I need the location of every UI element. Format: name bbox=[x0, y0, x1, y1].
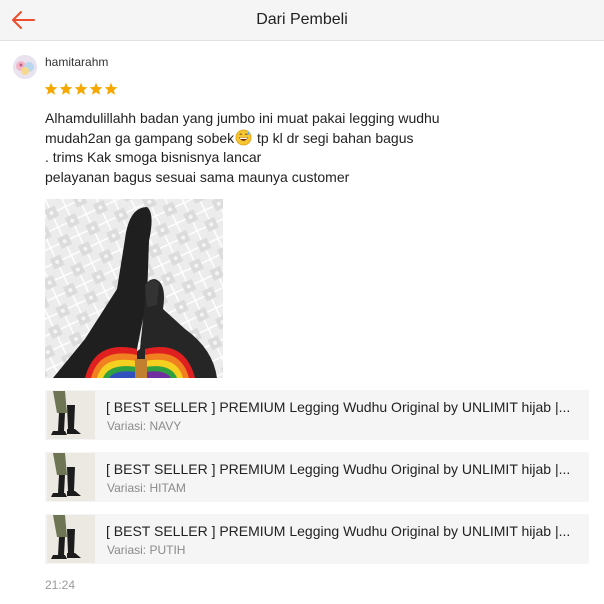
star-icon bbox=[89, 82, 103, 95]
top-bar: Dari Pembeli bbox=[0, 0, 604, 41]
product-thumbnail bbox=[47, 515, 95, 563]
product-thumbnail bbox=[47, 391, 95, 439]
avatar[interactable] bbox=[13, 55, 37, 79]
review-line: Alhamdulillahh badan yang jumbo ini muat… bbox=[45, 110, 440, 126]
review-segment: tp kl dr segi bahan bagus bbox=[253, 129, 414, 146]
star-icon bbox=[74, 82, 88, 95]
star-rating bbox=[44, 82, 118, 96]
product-variant: Variasi: PUTIH bbox=[107, 543, 186, 557]
star-icon bbox=[44, 82, 58, 95]
review-photo[interactable] bbox=[45, 199, 223, 378]
reviewer-username[interactable]: hamitarahm bbox=[45, 55, 108, 69]
product-name: [ BEST SELLER ] PREMIUM Legging Wudhu Or… bbox=[106, 461, 571, 477]
star-icon bbox=[104, 82, 118, 95]
product-card[interactable]: [ BEST SELLER ] PREMIUM Legging Wudhu Or… bbox=[45, 452, 589, 502]
page-title: Dari Pembeli bbox=[256, 11, 348, 28]
product-card[interactable]: [ BEST SELLER ] PREMIUM Legging Wudhu Or… bbox=[45, 390, 589, 440]
review-text: Alhamdulillahh badan yang jumbo ini muat… bbox=[45, 109, 565, 187]
review-line: pelayanan bagus sesuai sama maunya custo… bbox=[45, 168, 350, 185]
review-segment: mudah2an ga gampang sobek bbox=[45, 129, 235, 146]
product-variant: Variasi: NAVY bbox=[107, 419, 182, 433]
review-line: . trims Kak smoga bisnisnya lancar bbox=[45, 149, 262, 165]
star-icon bbox=[59, 82, 73, 95]
review-line: mudah2an ga gampang sobek tp kl dr segi … bbox=[45, 129, 565, 149]
product-card[interactable]: [ BEST SELLER ] PREMIUM Legging Wudhu Or… bbox=[45, 514, 589, 564]
grinning-sweat-emoji bbox=[235, 129, 252, 145]
product-thumbnail bbox=[47, 453, 95, 501]
product-variant: Variasi: HITAM bbox=[107, 481, 186, 495]
product-name: [ BEST SELLER ] PREMIUM Legging Wudhu Or… bbox=[106, 399, 571, 415]
review-timestamp: 21:24 bbox=[45, 578, 76, 592]
product-name: [ BEST SELLER ] PREMIUM Legging Wudhu Or… bbox=[106, 523, 571, 539]
